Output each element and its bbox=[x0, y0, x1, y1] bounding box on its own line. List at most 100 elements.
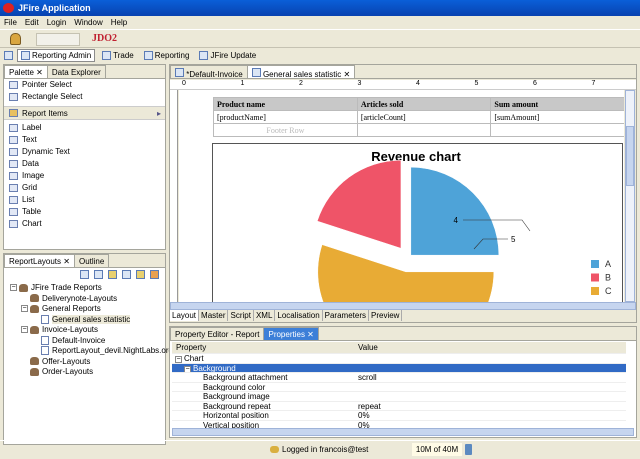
import-icon[interactable] bbox=[80, 270, 89, 279]
header-cell[interactable]: Product name bbox=[213, 97, 358, 111]
perspective-icon bbox=[102, 51, 112, 60]
vertical-ruler bbox=[170, 90, 178, 302]
menu-login[interactable]: Login bbox=[47, 18, 67, 27]
detail-cell[interactable]: [articleCount] bbox=[356, 110, 492, 124]
tab-script[interactable]: Script bbox=[228, 310, 254, 321]
collapse-icon[interactable]: − bbox=[21, 326, 28, 334]
folder-icon bbox=[9, 109, 18, 117]
perspective-reporting[interactable]: Reporting bbox=[141, 49, 193, 62]
tab-layout[interactable]: Layout bbox=[170, 310, 200, 321]
data-icon bbox=[9, 160, 18, 168]
tab-localisation[interactable]: Localisation bbox=[275, 310, 323, 321]
tab-default-invoice[interactable]: *Default-Invoice bbox=[170, 65, 248, 79]
new-category-icon[interactable] bbox=[136, 270, 145, 279]
palette-item-dynamic-text[interactable]: Dynamic Text bbox=[4, 146, 165, 158]
tree-item[interactable]: − Invoice-Layouts bbox=[4, 325, 165, 336]
properties-table: Property Value − Chart − Background Background… bbox=[172, 342, 626, 430]
report-table[interactable]: Product name Articles sold Sum amount [pro… bbox=[213, 97, 624, 137]
tree-item[interactable]: General sales statistic bbox=[4, 314, 165, 326]
palette-item-data[interactable]: Data bbox=[4, 158, 165, 170]
palette-tool[interactable]: Rectangle Select bbox=[4, 91, 165, 103]
new-layout-icon[interactable] bbox=[108, 270, 117, 279]
tree-item[interactable]: ReportLayout_devil.NightLabs.org_D bbox=[4, 346, 183, 357]
label: scroll bbox=[358, 373, 377, 382]
category-icon bbox=[30, 304, 39, 313]
property-row[interactable]: Background attachment scroll bbox=[172, 373, 626, 383]
property-row[interactable]: − Chart bbox=[172, 354, 626, 364]
palette-item-image[interactable]: Image bbox=[4, 170, 165, 182]
property-row[interactable]: Background image bbox=[172, 392, 626, 402]
property-row[interactable]: − Background bbox=[172, 363, 626, 373]
label: 0% bbox=[358, 411, 370, 420]
pin-icon[interactable]: ▸ bbox=[157, 107, 161, 121]
palette-item-text[interactable]: Text bbox=[4, 134, 165, 146]
collapse-icon[interactable]: − bbox=[21, 305, 28, 313]
palette-tool[interactable]: Pointer Select bbox=[4, 79, 165, 91]
tab-xml[interactable]: XML bbox=[253, 310, 276, 321]
lock-icon[interactable] bbox=[10, 33, 21, 45]
tree-item[interactable]: Order-Layouts bbox=[4, 367, 165, 378]
tab-properties[interactable]: Properties ✕ bbox=[263, 327, 319, 340]
perspective-reporting-admin[interactable]: Reporting Admin bbox=[17, 49, 96, 62]
tree-item[interactable]: − General Reports bbox=[4, 304, 165, 315]
palette-item-chart[interactable]: Chart bbox=[4, 218, 165, 230]
property-row[interactable]: Horizontal position 0% bbox=[172, 411, 626, 421]
label: Chart bbox=[184, 354, 204, 363]
property-row[interactable]: Background repeat repeat bbox=[172, 402, 626, 411]
menu-file[interactable]: File bbox=[4, 18, 17, 27]
palette-item-table[interactable]: Table bbox=[4, 206, 165, 218]
tab-palette[interactable]: Palette ✕ bbox=[4, 65, 48, 78]
window-title: JFire Application bbox=[18, 3, 91, 13]
data-label-b: 4 bbox=[454, 216, 459, 225]
tab-report-layouts[interactable]: ReportLayouts ✕ bbox=[4, 254, 75, 267]
menu-help[interactable]: Help bbox=[111, 18, 127, 27]
header-cell[interactable]: Articles sold bbox=[356, 97, 492, 111]
tab-data-explorer[interactable]: Data Explorer bbox=[46, 65, 106, 78]
list-icon bbox=[9, 196, 18, 204]
tree-item[interactable]: Offer-Layouts bbox=[4, 357, 165, 368]
editor-horizontal-scrollbar[interactable] bbox=[170, 302, 636, 310]
garbage-collect-icon[interactable] bbox=[465, 444, 472, 455]
perspective-trade[interactable]: Trade bbox=[99, 49, 137, 62]
footer-row[interactable]: Footer Row bbox=[213, 123, 358, 137]
collapse-icon[interactable]: − bbox=[184, 365, 191, 372]
menu-edit[interactable]: Edit bbox=[25, 18, 39, 27]
label: Default-Invoice bbox=[52, 335, 106, 345]
palette-item-grid[interactable]: Grid bbox=[4, 182, 165, 194]
tab-master[interactable]: Master bbox=[199, 310, 229, 321]
perspective-jfire-update[interactable]: JFire Update bbox=[196, 49, 259, 62]
tree-item[interactable]: − JFire Trade Reports bbox=[4, 283, 165, 294]
header-cell[interactable]: Sum amount bbox=[490, 97, 624, 111]
collapse-icon[interactable]: − bbox=[175, 356, 182, 363]
collapse-icon[interactable]: − bbox=[10, 284, 17, 292]
palette-item-list[interactable]: List bbox=[4, 194, 165, 206]
export-icon[interactable] bbox=[94, 270, 103, 279]
open-perspective-icon[interactable] bbox=[4, 51, 13, 60]
delete-icon[interactable] bbox=[150, 270, 159, 279]
tree-item[interactable]: Deliverynote-Layouts bbox=[4, 294, 165, 305]
detail-cell[interactable]: [sumAmount] bbox=[490, 110, 624, 124]
revenue-chart[interactable]: Revenue chart45ABC bbox=[212, 143, 624, 302]
grid-icon bbox=[9, 184, 18, 192]
properties-horizontal-scrollbar[interactable] bbox=[172, 428, 634, 436]
tab-outline[interactable]: Outline bbox=[73, 254, 110, 267]
tab-general-sales-statistic[interactable]: General sales statistic ✕ bbox=[246, 65, 356, 79]
toolbar: JDO2 bbox=[0, 29, 640, 48]
organisation-combo[interactable] bbox=[36, 33, 80, 46]
ruler-tick: 2 bbox=[299, 80, 303, 87]
tab-parameters[interactable]: Parameters bbox=[322, 310, 369, 321]
dynamic-text-icon bbox=[9, 148, 18, 156]
report-items-drawer[interactable]: Report Items ▸ bbox=[4, 106, 165, 120]
edit-icon[interactable] bbox=[122, 270, 131, 279]
tab-property-editor[interactable]: Property Editor - Report bbox=[170, 327, 265, 340]
detail-cell[interactable]: [productName] bbox=[213, 110, 358, 124]
report-icon bbox=[41, 335, 49, 345]
editor-vertical-scrollbar[interactable] bbox=[625, 90, 635, 302]
tab-preview[interactable]: Preview bbox=[369, 310, 403, 321]
ruler-tick: 7 bbox=[591, 80, 596, 87]
menu-window[interactable]: Window bbox=[74, 18, 102, 27]
label bbox=[358, 364, 626, 373]
palette-item-label[interactable]: Label bbox=[4, 122, 165, 134]
property-row[interactable]: Background color bbox=[172, 383, 626, 392]
tree-item[interactable]: Default-Invoice bbox=[4, 336, 165, 347]
